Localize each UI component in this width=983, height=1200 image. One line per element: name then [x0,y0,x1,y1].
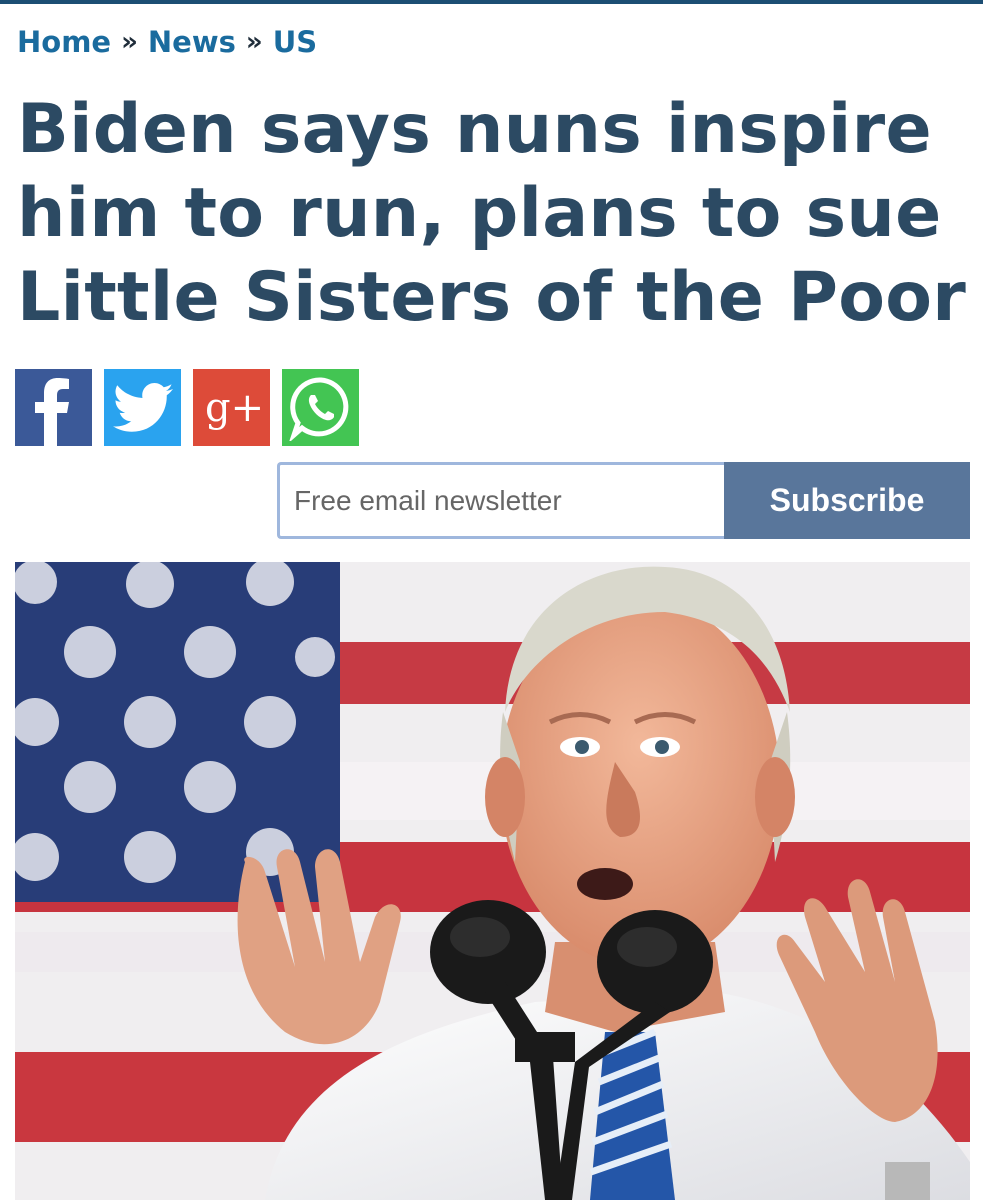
whatsapp-share-button[interactable] [282,369,359,446]
newsletter-form: Subscribe [277,462,970,539]
facebook-share-button[interactable] [15,369,92,446]
google-plus-share-button[interactable]: g+ [193,369,270,446]
twitter-icon [112,382,173,432]
facebook-icon [35,378,69,446]
headline-line: Biden says nuns inspire [17,90,932,169]
breadcrumb-us-link[interactable]: US [273,25,317,59]
google-plus-icon: g+ [205,385,264,431]
breadcrumb-separator: » [245,27,263,57]
breadcrumb-home-link[interactable]: Home [17,25,111,59]
svg-text:g+: g+ [205,385,264,431]
twitter-share-button[interactable] [104,369,181,446]
headline-line: Little Sisters of the Poor [17,258,967,337]
whatsapp-icon [288,376,348,441]
headline-line: him to run, plans to sue [17,174,942,253]
hero-photo-illustration [15,562,970,1200]
breadcrumb-news-link[interactable]: News [148,25,236,59]
subscribe-button[interactable]: Subscribe [724,462,970,539]
breadcrumb-separator: » [121,27,138,57]
top-rule [0,0,983,4]
newsletter-email-input[interactable] [277,462,724,539]
article-headline: Biden says nuns inspire him to run, plan… [17,88,967,340]
article-hero-image [15,562,970,1200]
share-buttons: g+ [15,369,359,446]
breadcrumb: Home » News » US [17,20,317,64]
